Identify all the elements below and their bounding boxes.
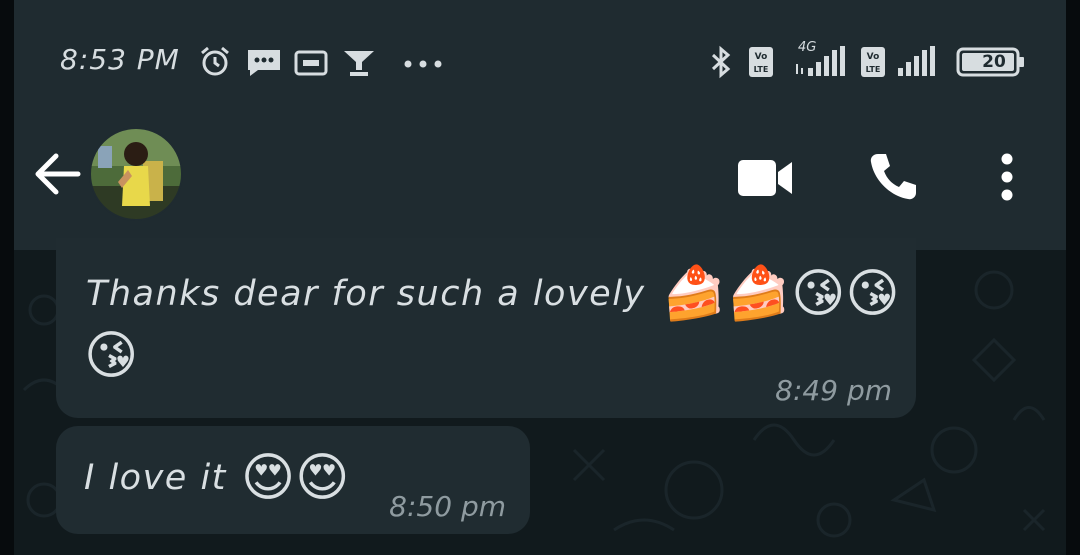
volte-icon: Vo LTE (749, 47, 773, 77)
svg-text:Vo: Vo (755, 52, 768, 62)
emoji-kiss-icon: 😘 (791, 264, 846, 324)
message-text: Thanks dear for such a lovely (86, 274, 646, 314)
svg-text:LTE: LTE (866, 65, 881, 74)
message-bubble[interactable]: Thanks dear for such a lovely 🍰 🍰 😘 😘 😘 … (56, 238, 916, 418)
more-dots-icon (404, 60, 442, 68)
screen-icon (294, 50, 328, 76)
phone-call-icon[interactable] (868, 150, 920, 202)
emoji-heart-eyes-icon: 😍 (240, 448, 296, 508)
message-timestamp: 8:50 pm (389, 490, 506, 523)
message-icon (248, 50, 280, 76)
funnel-icon (344, 51, 374, 76)
signal-icon (898, 46, 935, 76)
volte-icon: Vo LTE (861, 47, 885, 77)
status-time: 8:53 PM (60, 43, 180, 76)
alarm-icon (201, 46, 229, 76)
emoji-heart-eyes-icon: 😍 (295, 448, 350, 508)
emoji-kiss-icon: 😘 (845, 264, 900, 324)
message-bubble[interactable]: I love it 😍 😍 8:50 pm (56, 426, 530, 534)
emoji-cake-icon: 🍰 (726, 264, 792, 324)
battery-level: 20 (982, 52, 1006, 72)
message-timestamp: 8:49 pm (775, 374, 892, 407)
signal-icon (796, 46, 845, 76)
more-vert-icon[interactable] (998, 152, 1016, 202)
phone-screen: 8:53 PM Vo LTE 4G Vo LTE 20 Thanks dear … (14, 0, 1066, 555)
message-text: I love it (84, 458, 227, 498)
chat-app-bar (14, 118, 1066, 250)
svg-text:LTE: LTE (754, 65, 769, 74)
video-call-icon[interactable] (736, 156, 796, 200)
svg-text:Vo: Vo (867, 52, 880, 62)
status-bar: 8:53 PM Vo LTE 4G Vo LTE 20 (14, 0, 1066, 118)
avatar[interactable] (88, 126, 184, 222)
back-arrow-icon[interactable] (32, 152, 82, 196)
bluetooth-icon (711, 45, 731, 79)
emoji-cake-icon: 🍰 (661, 264, 727, 324)
emoji-kiss-icon: 😘 (84, 326, 139, 386)
